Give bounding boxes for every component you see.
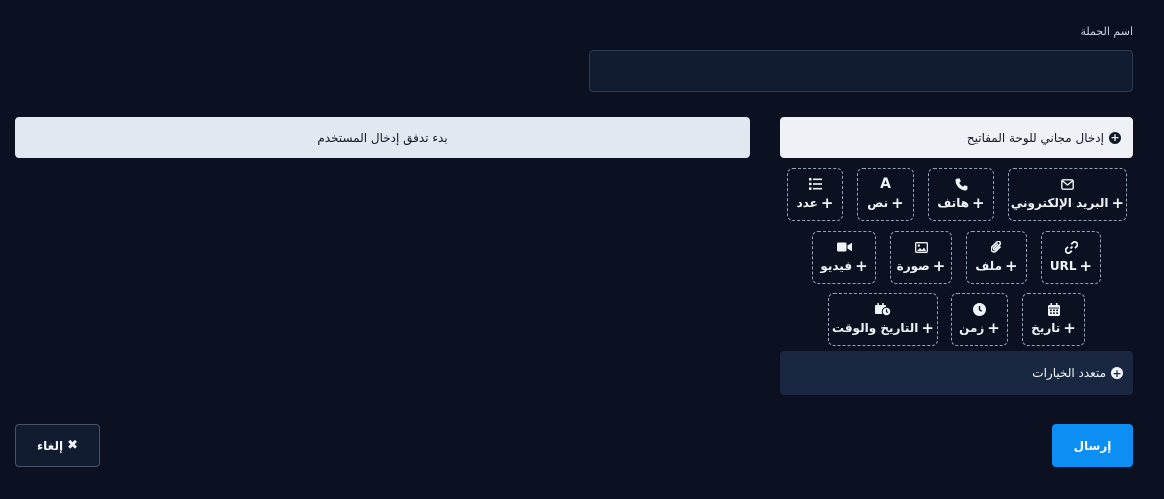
add-email-field-button[interactable]: + البريد الإلكتروني (1008, 168, 1127, 221)
envelope-icon (1061, 177, 1074, 191)
campaign-name-input[interactable] (589, 50, 1133, 92)
letter-a-icon: A (880, 176, 891, 192)
plus-icon: + (932, 257, 946, 275)
cancel-label: إلغاء (37, 438, 64, 453)
date-label: تاريخ (1031, 321, 1061, 335)
phone-icon (955, 177, 968, 191)
number-label: عدد (796, 196, 818, 210)
plus-icon: + (972, 194, 985, 212)
start-user-input-flow-button[interactable]: بدء تدفق إدخال المستخدم (15, 117, 750, 158)
calendar-icon (1047, 302, 1060, 316)
close-icon: ✖ (67, 438, 78, 453)
free-keyboard-input-label: إدخال مجاني للوحة المفاتيح (966, 130, 1104, 145)
plus-icon: + (1063, 319, 1076, 337)
plus-circle-icon: + (1111, 366, 1123, 380)
calendar-clock-icon (875, 302, 891, 316)
campaign-name-label: اسم الحملة (1080, 25, 1134, 38)
email-label: البريد الإلكتروني (1010, 196, 1109, 210)
add-time-field-button[interactable]: + زمن (951, 293, 1008, 346)
plus-icon: + (855, 257, 868, 275)
plus-icon: + (987, 319, 1000, 337)
add-number-field-button[interactable]: + عدد (787, 168, 843, 221)
multiple-choice-label: متعدد الخيارات (1032, 366, 1106, 380)
send-button[interactable]: إرسال (1052, 424, 1133, 467)
add-date-field-button[interactable]: + تاريخ (1022, 293, 1085, 346)
cancel-button[interactable]: ✖ إلغاء (15, 424, 100, 467)
plus-icon: + (1111, 194, 1125, 212)
list-ol-icon (808, 177, 822, 191)
phone-label: هاتف (937, 196, 970, 210)
multiple-choice-option[interactable]: + متعدد الخيارات (780, 351, 1133, 395)
add-text-field-button[interactable]: A + نص (857, 168, 914, 221)
plus-icon: + (921, 319, 934, 337)
add-video-field-button[interactable]: + فيديو (812, 231, 876, 284)
free-keyboard-input-button[interactable]: + إدخال مجاني للوحة المفاتيح (780, 117, 1133, 158)
paperclip-icon (990, 240, 1003, 254)
time-label: زمن (959, 321, 985, 335)
add-url-field-button[interactable]: + URL (1041, 231, 1101, 284)
plus-circle-icon: + (1109, 131, 1121, 144)
add-datetime-field-button[interactable]: + التاريخ والوقت (828, 293, 938, 346)
plus-icon: + (891, 194, 904, 212)
url-label: URL (1049, 259, 1077, 273)
plus-icon: + (1079, 257, 1093, 275)
image-label: صورة (896, 259, 930, 273)
file-label: ملف (975, 259, 1003, 273)
datetime-label: التاريخ والوقت (831, 321, 919, 335)
image-icon (914, 240, 928, 254)
link-icon (1064, 240, 1078, 254)
add-image-field-button[interactable]: + صورة (890, 231, 952, 284)
clock-icon (973, 302, 986, 316)
video-icon (836, 240, 852, 254)
plus-icon: + (820, 194, 834, 212)
add-phone-field-button[interactable]: + هاتف (928, 168, 994, 221)
video-label: فيديو (820, 259, 853, 273)
campaign-form: اسم الحملة بدء تدفق إدخال المستخدم + إدخ… (0, 0, 1164, 499)
add-file-field-button[interactable]: + ملف (966, 231, 1027, 284)
text-label: نص (867, 196, 889, 210)
plus-icon: + (1005, 257, 1018, 275)
